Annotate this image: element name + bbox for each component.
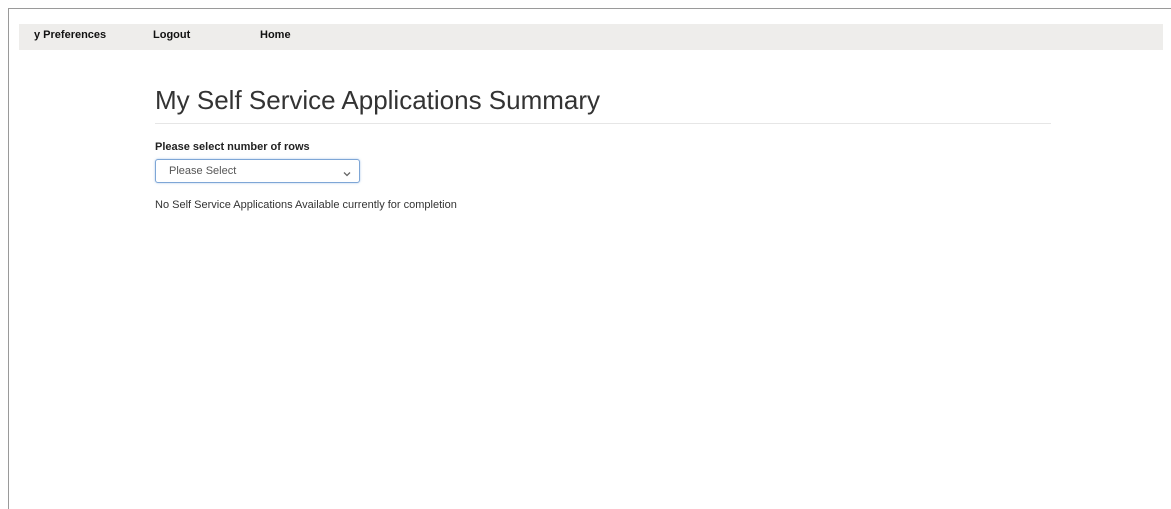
rows-select-label: Please select number of rows <box>155 141 310 153</box>
empty-state-message: No Self Service Applications Available c… <box>155 199 457 211</box>
chevron-down-icon <box>342 166 352 177</box>
browser-content-frame: y Preferences Logout Home My Self Servic… <box>8 8 1171 509</box>
top-navbar: y Preferences Logout Home <box>19 24 1163 50</box>
top-strip <box>9 9 1171 23</box>
title-divider <box>155 123 1051 124</box>
nav-home-link[interactable]: Home <box>260 29 291 41</box>
rows-select[interactable]: Please Select <box>155 159 360 183</box>
page-title: My Self Service Applications Summary <box>155 85 601 115</box>
main-content: My Self Service Applications Summary Ple… <box>155 83 1051 211</box>
rows-select-value: Please Select <box>169 165 237 177</box>
nav-my-preferences-link[interactable]: y Preferences <box>34 29 106 41</box>
nav-logout-link[interactable]: Logout <box>153 29 190 41</box>
